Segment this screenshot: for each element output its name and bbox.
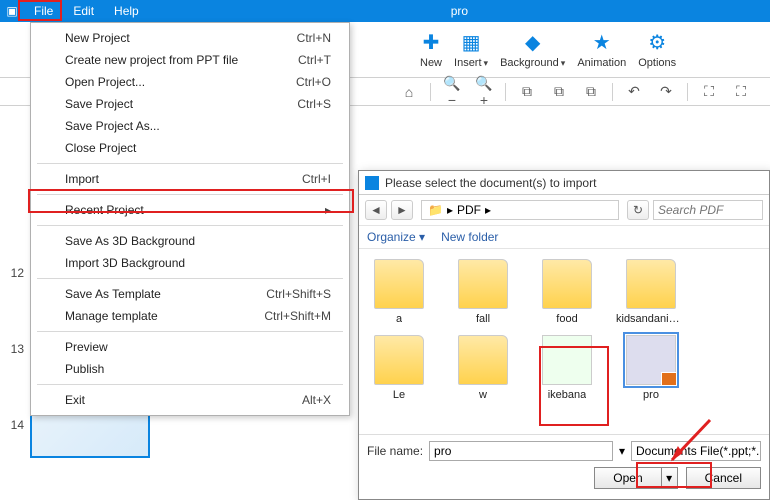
separator xyxy=(430,83,431,101)
menu-save-template[interactable]: Save As TemplateCtrl+Shift+S xyxy=(31,283,349,305)
folder-icon xyxy=(458,259,508,309)
nav-fwd-icon[interactable]: ► xyxy=(391,200,413,220)
fit-icon[interactable]: ⛶ xyxy=(730,83,752,100)
undo-icon[interactable]: ↶ xyxy=(623,83,645,100)
menu-separator xyxy=(37,194,343,195)
path-breadcrumb[interactable]: 📁▸PDF▸ xyxy=(421,200,619,220)
menu-save-as[interactable]: Save Project As... xyxy=(31,115,349,137)
menu-import[interactable]: ImportCtrl+I xyxy=(31,168,349,190)
menu-recent-project[interactable]: Recent Project xyxy=(31,199,349,221)
duplicate-icon[interactable]: ⧉ xyxy=(580,83,602,100)
separator xyxy=(612,83,613,101)
ribbon-new[interactable]: ✚New xyxy=(420,30,442,69)
menu-new-project[interactable]: New ProjectCtrl+N xyxy=(31,27,349,49)
folder-icon xyxy=(458,335,508,385)
ribbon-insert[interactable]: ▦Insert xyxy=(454,30,488,69)
menu-save-project[interactable]: Save ProjectCtrl+S xyxy=(31,93,349,115)
menu-bar: ▣ File Edit Help pro xyxy=(0,0,770,22)
filename-label: File name: xyxy=(367,444,423,458)
new-icon: ✚ xyxy=(423,30,440,55)
ppt-badge-icon xyxy=(661,372,677,386)
menu-import-3d-bg[interactable]: Import 3D Background xyxy=(31,252,349,274)
folder-icon xyxy=(542,259,592,309)
folder-item[interactable]: a xyxy=(369,259,429,325)
folder-item[interactable]: Le xyxy=(369,335,429,401)
ribbon-background[interactable]: ◆Background xyxy=(500,30,565,69)
menu-publish[interactable]: Publish xyxy=(31,358,349,380)
filename-dropdown-icon[interactable]: ▾ xyxy=(619,444,625,458)
menu-close-project[interactable]: Close Project xyxy=(31,137,349,159)
nav-back-icon[interactable]: ◄ xyxy=(365,200,387,220)
folder-icon xyxy=(374,335,424,385)
copy-icon[interactable]: ⧉ xyxy=(516,83,538,100)
menu-manage-template[interactable]: Manage templateCtrl+Shift+M xyxy=(31,305,349,327)
menu-separator xyxy=(37,225,343,226)
menu-file[interactable]: File xyxy=(24,1,63,21)
annotation-arrow-icon xyxy=(660,415,720,475)
file-item[interactable]: ikebana xyxy=(537,335,597,401)
menu-help[interactable]: Help xyxy=(104,1,149,21)
search-input[interactable] xyxy=(653,200,763,220)
menu-separator xyxy=(37,331,343,332)
folder-item[interactable]: food xyxy=(537,259,597,325)
file-thumb xyxy=(542,335,592,385)
menu-separator xyxy=(37,278,343,279)
filename-input[interactable] xyxy=(429,441,613,461)
options-icon: ⚙ xyxy=(648,30,666,55)
dialog-toolbar: Organize ▾ New folder xyxy=(359,225,769,249)
refresh-icon[interactable]: ↻ xyxy=(627,200,649,220)
dialog-titlebar: Please select the document(s) to import xyxy=(359,171,769,195)
home-icon[interactable]: ⌂ xyxy=(398,84,420,100)
file-menu-dropdown: New ProjectCtrl+N Create new project fro… xyxy=(30,22,350,416)
organize-button[interactable]: Organize ▾ xyxy=(367,230,425,244)
ribbon-options[interactable]: ⚙Options xyxy=(638,30,676,69)
folder-item[interactable]: kidsandanimals xyxy=(621,259,681,325)
window-title: pro xyxy=(149,4,770,18)
dialog-nav: ◄ ► 📁▸PDF▸ ↻ xyxy=(359,195,769,225)
menu-separator xyxy=(37,163,343,164)
open-button[interactable]: Open xyxy=(594,467,661,489)
zoom-in-icon[interactable]: 🔍+ xyxy=(473,75,495,108)
folder-item[interactable]: fall xyxy=(453,259,513,325)
menu-edit[interactable]: Edit xyxy=(63,1,104,21)
folder-item[interactable]: w xyxy=(453,335,513,401)
file-thumb xyxy=(626,335,676,385)
separator xyxy=(505,83,506,101)
file-item-selected[interactable]: pro xyxy=(621,335,681,401)
paste-icon[interactable]: ⧉ xyxy=(548,83,570,100)
menu-save-3d-bg[interactable]: Save As 3D Background xyxy=(31,230,349,252)
menu-create-from-ppt[interactable]: Create new project from PPT fileCtrl+T xyxy=(31,49,349,71)
folder-icon: 📁 xyxy=(428,203,443,217)
menu-separator xyxy=(37,384,343,385)
new-folder-button[interactable]: New folder xyxy=(441,230,498,244)
fullscreen-icon[interactable]: ⛶ xyxy=(698,83,720,100)
dialog-icon xyxy=(365,176,379,190)
zoom-out-icon[interactable]: 🔍− xyxy=(441,75,463,108)
app-logo-icon: ▣ xyxy=(4,3,20,19)
folder-icon xyxy=(374,259,424,309)
folder-icon xyxy=(626,259,676,309)
insert-icon: ▦ xyxy=(462,30,481,55)
menu-open-project[interactable]: Open Project...Ctrl+O xyxy=(31,71,349,93)
dialog-title: Please select the document(s) to import xyxy=(385,176,596,190)
ribbon-animation[interactable]: ★Animation xyxy=(577,30,626,69)
background-icon: ◆ xyxy=(525,30,540,55)
menu-preview[interactable]: Preview xyxy=(31,336,349,358)
menu-exit[interactable]: ExitAlt+X xyxy=(31,389,349,411)
redo-icon[interactable]: ↷ xyxy=(655,83,677,100)
separator xyxy=(687,83,688,101)
file-list: a fall food kidsandanimals Le w ikebana … xyxy=(359,249,769,434)
animation-icon: ★ xyxy=(593,30,611,55)
